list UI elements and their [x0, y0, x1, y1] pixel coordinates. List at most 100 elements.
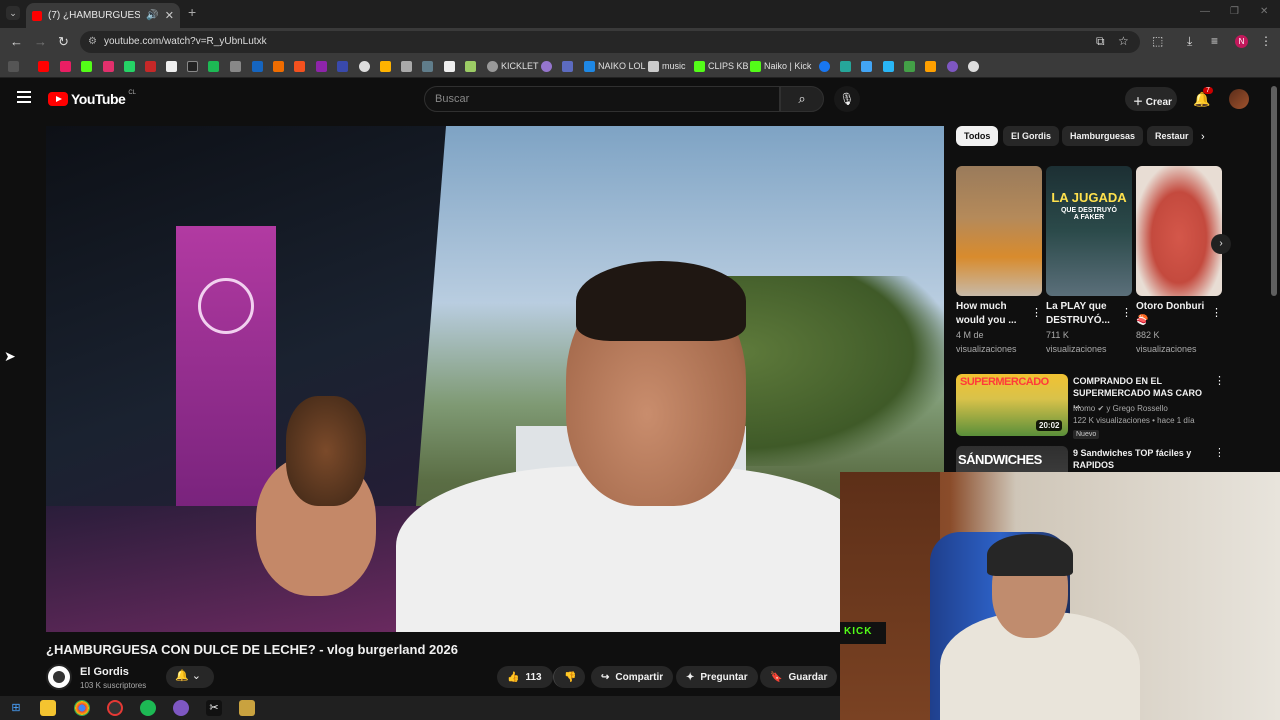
apps-icon[interactable]	[8, 61, 19, 72]
bookmark-kick-icon[interactable]	[750, 61, 761, 72]
league-icon[interactable]	[239, 700, 255, 716]
bookmark-icon[interactable]	[444, 61, 455, 72]
bookmark-instagram-icon[interactable]	[103, 61, 114, 72]
bookmark-icon[interactable]	[541, 61, 552, 72]
video-player[interactable]	[46, 126, 944, 632]
bookmark-naiko-icon[interactable]	[584, 61, 595, 72]
video-title[interactable]: 9 Sandwiches TOP fáciles y RAPIDOS	[1073, 447, 1207, 471]
bookmark-label[interactable]: Naiko | Kick	[764, 61, 811, 71]
short-item[interactable]: Otoro Donburi 🍣 882 K visualizaciones ⋮	[1136, 166, 1222, 356]
page-scrollbar[interactable]	[1271, 86, 1277, 296]
share-button[interactable]: ↪ Compartir	[591, 666, 674, 688]
start-icon[interactable]: ⊞	[8, 700, 24, 716]
bookmark-icon[interactable]	[562, 61, 573, 72]
more-options-icon[interactable]: ⋮	[1031, 306, 1042, 319]
more-options-icon[interactable]: ⋮	[1121, 306, 1132, 319]
bookmark-icon[interactable]	[883, 61, 894, 72]
app-icon[interactable]	[173, 700, 189, 716]
bookmark-icon[interactable]	[925, 61, 936, 72]
obs-icon[interactable]	[107, 700, 123, 716]
bookmark-icon[interactable]	[273, 61, 284, 72]
chip-restaurantes[interactable]: Restaur	[1147, 126, 1193, 146]
bookmark-icon[interactable]	[861, 61, 872, 72]
more-options-icon[interactable]: ⋮	[1214, 374, 1225, 387]
capcut-icon[interactable]: ✂	[206, 700, 222, 716]
bookmark-x-icon[interactable]	[166, 61, 177, 72]
audio-icon[interactable]: 🔊	[146, 10, 158, 21]
channel-name[interactable]: El Gordis	[80, 666, 129, 678]
forward-icon[interactable]: →	[34, 34, 47, 49]
browser-menu-icon[interactable]: ⋮	[1260, 34, 1272, 48]
tab-search-button[interactable]: ⌄	[6, 6, 20, 20]
bookmark-icon[interactable]	[316, 61, 327, 72]
bookmark-icon[interactable]	[380, 61, 391, 72]
bookmark-icon[interactable]	[904, 61, 915, 72]
bookmark-label[interactable]: KICKLET	[501, 61, 539, 71]
bookmark-tiktok-icon[interactable]	[187, 61, 198, 72]
browser-tab-active[interactable]: (7) ¿HAMBURGUESA CON D 🔊 ✕	[26, 3, 180, 28]
bookmark-label[interactable]: NAIKO LOL	[598, 61, 646, 71]
bookmark-icon[interactable]	[422, 61, 433, 72]
more-options-icon[interactable]: ⋮	[1211, 306, 1222, 319]
short-title[interactable]: Otoro Donburi 🍣	[1136, 300, 1214, 328]
chip-todos[interactable]: Todos	[956, 126, 999, 146]
bookmark-facebook-icon[interactable]	[819, 61, 830, 72]
bookmark-icon[interactable]	[252, 61, 263, 72]
bookmark-kick-icon[interactable]	[81, 61, 92, 72]
subscription-bell-button[interactable]: 🔔 ⌄	[166, 666, 214, 688]
short-thumbnail[interactable]: LA JUGADA QUE DESTRUYÓ A FAKER	[1046, 166, 1132, 296]
bookmark-music-icon[interactable]	[648, 61, 659, 72]
youtube-logo[interactable]: YouTube CL	[48, 90, 136, 107]
recommendation-item[interactable]: SÁNDWICHES 9 Sandwiches TOP fáciles y RA…	[956, 446, 1220, 472]
bookmark-icon[interactable]	[947, 61, 958, 72]
tab-close-icon[interactable]: ✕	[165, 9, 174, 22]
menu-icon[interactable]	[17, 91, 31, 105]
short-thumbnail[interactable]	[1136, 166, 1222, 296]
new-tab-button[interactable]: +	[188, 4, 196, 20]
back-icon[interactable]: ←	[10, 34, 23, 49]
like-button[interactable]: 👍 113	[497, 666, 553, 688]
file-explorer-icon[interactable]	[40, 700, 56, 716]
video-thumbnail[interactable]: SÁNDWICHES	[956, 446, 1068, 472]
minimize-icon[interactable]: —	[1200, 6, 1210, 17]
bookmark-icon[interactable]	[60, 61, 71, 72]
site-info-icon[interactable]: ⚙	[88, 36, 97, 47]
ask-button[interactable]: ✦ Preguntar	[676, 666, 758, 688]
extensions-icon[interactable]: ⬚	[1152, 34, 1163, 48]
short-item[interactable]: How much would you ... 4 M de visualizac…	[956, 166, 1042, 356]
channel-line[interactable]: Momo ✔ y Grego Rossello	[1073, 404, 1168, 413]
bookmark-icon[interactable]	[968, 61, 979, 72]
bookmark-star-icon[interactable]: ☆	[1118, 34, 1129, 48]
short-item[interactable]: LA JUGADA QUE DESTRUYÓ A FAKER La PLAY q…	[1046, 166, 1132, 356]
bookmark-icon[interactable]	[465, 61, 476, 72]
notifications-button[interactable]: 🔔 7	[1193, 87, 1213, 108]
bookmark-kicklet-icon[interactable]	[487, 61, 498, 72]
bookmark-youtube-icon[interactable]	[38, 61, 49, 72]
install-icon[interactable]: ⧉	[1096, 34, 1105, 49]
chrome-icon[interactable]	[74, 700, 90, 716]
search-input[interactable]	[425, 87, 779, 111]
voice-search-button[interactable]: 🎙	[834, 86, 860, 112]
bookmark-icon[interactable]	[230, 61, 241, 72]
search-button[interactable]: ⌕	[780, 86, 824, 112]
bookmark-icon[interactable]	[337, 61, 348, 72]
bookmark-spotify-icon[interactable]	[208, 61, 219, 72]
save-button[interactable]: 🔖 Guardar	[760, 666, 838, 688]
bookmark-label[interactable]: CLIPS KB	[708, 61, 749, 71]
download-icon[interactable]: ⤓	[1187, 34, 1192, 49]
channel-avatar[interactable]	[46, 664, 72, 690]
bookmark-icon[interactable]	[359, 61, 370, 72]
profile-avatar[interactable]: N	[1235, 35, 1248, 48]
close-window-icon[interactable]: ✕	[1260, 6, 1268, 17]
create-button[interactable]: ＋ Crear	[1125, 87, 1177, 111]
account-avatar[interactable]	[1229, 89, 1249, 109]
address-bar[interactable]: ⚙ youtube.com/watch?v=R_yUbnLutxk	[80, 31, 1140, 53]
recommendation-item[interactable]: SUPERMERCADO 20:02 COMPRANDO EN EL SUPER…	[956, 374, 1225, 444]
chip-hamburguesas[interactable]: Hamburguesas	[1062, 126, 1144, 146]
bookmark-label[interactable]: music	[662, 61, 686, 71]
chevron-right-icon[interactable]: ›	[1201, 131, 1205, 143]
maximize-icon[interactable]: ❐	[1230, 6, 1239, 17]
dislike-button[interactable]: 👎	[553, 666, 585, 688]
reading-list-icon[interactable]: ≡	[1211, 34, 1218, 48]
spotify-icon[interactable]	[140, 700, 156, 716]
